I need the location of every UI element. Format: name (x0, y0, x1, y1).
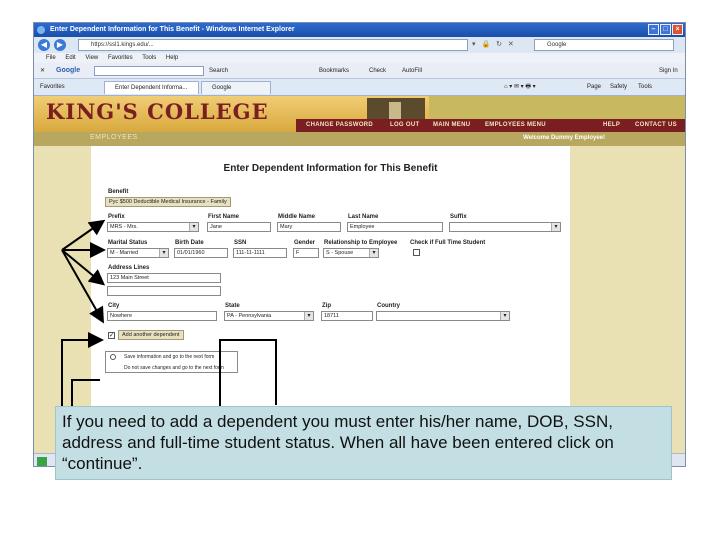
nav-contact-us[interactable]: CONTACT US (635, 119, 677, 132)
close-icon[interactable]: × (672, 24, 683, 35)
tab-bar: Favorites Enter Dependent Informa... Goo… (34, 79, 685, 96)
city-label: City (108, 303, 120, 309)
bookmarks-button[interactable]: Bookmarks (319, 63, 349, 79)
middle-name-input[interactable]: Mary (277, 222, 341, 232)
menu-help[interactable]: Help (166, 55, 178, 61)
nosave-option-label: Do not save changes and go to the next f… (124, 365, 224, 371)
check-button[interactable]: Check (369, 63, 386, 79)
google-search-input[interactable] (94, 66, 204, 76)
state-label: State (225, 303, 240, 309)
nav-employees-menu[interactable]: EMPLOYEES MENU (485, 119, 546, 132)
nav-change-password[interactable]: CHANGE PASSWORD (306, 119, 373, 132)
minimize-icon[interactable]: – (648, 24, 659, 35)
first-name-label: First Name (208, 214, 240, 220)
menu-favorites[interactable]: Favorites (108, 55, 133, 61)
menu-file[interactable]: File (46, 55, 56, 61)
city-input[interactable]: Nowhere (107, 311, 217, 321)
suffix-select[interactable] (449, 222, 561, 232)
middle-name-label: Middle Name (278, 214, 316, 220)
signin-link[interactable]: Sign In (659, 63, 678, 79)
url-input[interactable]: https://ssl1.kings.edu/... (78, 39, 468, 51)
address-tools-icons[interactable]: ▾ 🔒 ↻ ✕ (472, 40, 516, 48)
forward-icon[interactable]: ▶ (54, 39, 66, 51)
autofill-button[interactable]: AutoFill (402, 63, 422, 79)
prefix-select[interactable]: MRS - Mrs. (107, 222, 199, 232)
tools-menu[interactable]: Tools (638, 79, 652, 96)
browser-screenshot: Enter Dependent Information for This Ben… (33, 22, 686, 467)
window-controls: – □ × (648, 24, 683, 35)
nav-help[interactable]: HELP (603, 119, 620, 132)
page-menu[interactable]: Page (587, 79, 601, 96)
instruction-caption: If you need to add a dependent you must … (55, 406, 672, 480)
back-icon[interactable]: ◀ (38, 39, 50, 51)
relationship-label: Relationship to Employee (324, 240, 398, 246)
search-button[interactable]: Search (209, 63, 228, 79)
menu-edit[interactable]: Edit (65, 55, 75, 61)
suffix-label: Suffix (450, 214, 467, 220)
zip-label: Zip (322, 303, 331, 309)
tab-google[interactable]: Google (201, 81, 271, 94)
status-icon (37, 457, 47, 466)
marital-status-select[interactable]: M - Married (107, 248, 169, 258)
google-logo: Google (56, 67, 81, 74)
window-title: Enter Dependent Information for This Ben… (50, 26, 295, 33)
toolbar-close-icon[interactable]: ✕ (40, 63, 45, 79)
favorites-button[interactable]: Favorites (40, 79, 65, 96)
safety-menu[interactable]: Safety (610, 79, 627, 96)
nav-main-menu[interactable]: MAIN MENU (433, 119, 470, 132)
fulltime-student-checkbox[interactable] (413, 249, 420, 256)
relationship-select[interactable]: S - Spouse (323, 248, 379, 258)
ssn-input[interactable]: 111-11-1111 (233, 248, 287, 258)
site-nav: CHANGE PASSWORD LOG OUT MAIN MENU EMPLOY… (296, 119, 685, 132)
menu-view[interactable]: View (85, 55, 98, 61)
save-option-label: Save information and go to the next form (124, 354, 215, 360)
prefix-label: Prefix (108, 214, 125, 220)
last-name-input[interactable]: Employee (347, 222, 443, 232)
window-title-bar: Enter Dependent Information for This Ben… (34, 23, 685, 37)
benefit-label: Benefit (108, 189, 129, 195)
ie-icon (37, 26, 45, 34)
benefit-value: Pyc $500 Deductible Medical Insurance - … (105, 197, 231, 207)
birth-date-label: Birth Date (175, 240, 204, 246)
birth-date-input[interactable]: 01/01/1960 (174, 248, 228, 258)
zip-input[interactable]: 18711 (321, 311, 373, 321)
tab-dependent-info[interactable]: Enter Dependent Informa... (104, 81, 199, 94)
address-bar: ◀ ▶ https://ssl1.kings.edu/... ▾ 🔒 ↻ ✕ G… (34, 37, 685, 53)
address-line1-input[interactable]: 123 Main Street (107, 273, 221, 283)
form-title: Enter Dependent Information for This Ben… (223, 163, 438, 174)
menu-tools[interactable]: Tools (142, 55, 156, 61)
ssn-label: SSN (234, 240, 247, 246)
maximize-icon[interactable]: □ (660, 24, 671, 35)
marital-status-label: Marital Status (108, 240, 148, 246)
section-bar: EMPLOYEES Welcome Dummy Employee! (34, 132, 685, 146)
state-select[interactable]: PA - Pennsylvania (224, 311, 314, 321)
menu-bar: File Edit View Favorites Tools Help (34, 53, 685, 63)
address-label: Address Lines (108, 265, 150, 271)
save-option-radio[interactable] (110, 354, 116, 360)
first-name-input[interactable]: Jane (207, 222, 271, 232)
search-input[interactable]: Google (534, 39, 674, 51)
google-toolbar: ✕ Google Search Bookmarks Check AutoFill… (34, 63, 685, 79)
section-title: EMPLOYEES (90, 134, 138, 141)
add-another-checkbox[interactable]: ✓ (108, 332, 115, 339)
site-logo[interactable]: KING'S COLLEGE (46, 99, 269, 124)
country-label: Country (377, 303, 400, 309)
home-icon[interactable]: ⌂ ▾ ✉ ▾ 🖶 ▾ (504, 79, 536, 96)
last-name-label: Last Name (348, 214, 379, 220)
welcome-message: Welcome Dummy Employee! (523, 135, 605, 141)
gender-input[interactable]: F (293, 248, 319, 258)
add-another-label: Add another dependent (118, 330, 184, 340)
address-line2-input[interactable] (107, 286, 221, 296)
fulltime-student-label: Check if Full Time Student (410, 240, 486, 246)
nav-log-out[interactable]: LOG OUT (390, 119, 419, 132)
gender-label: Gender (294, 240, 316, 246)
site-banner: KING'S COLLEGE CHANGE PASSWORD LOG OUT M… (34, 96, 685, 132)
country-select[interactable] (376, 311, 510, 321)
